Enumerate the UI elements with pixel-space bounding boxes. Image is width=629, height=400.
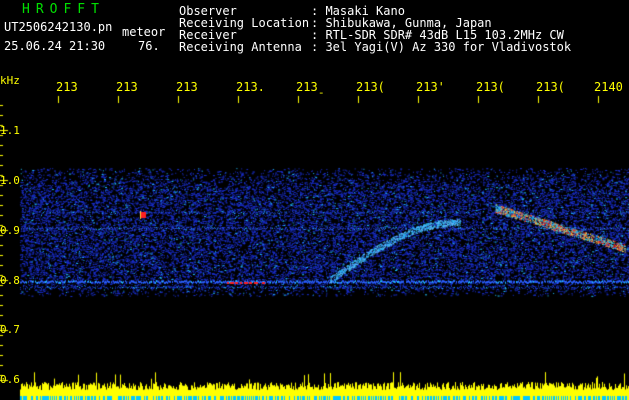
freq-tick-label: 0.9 (0, 224, 20, 237)
time-tick-label: 213( (356, 80, 385, 94)
time-tick-label: 213 (176, 80, 198, 94)
time-tick-label: 213. (236, 80, 265, 94)
time-tick-label: 213 (116, 80, 138, 94)
freq-tick-label: 0.8 (0, 274, 20, 287)
date-time: 25.06.24 21:30 (4, 39, 106, 53)
time-tick-label: 213( (536, 80, 565, 94)
freq-tick-label: 1.0 (0, 174, 20, 187)
freq-tick-label: 1.1 (0, 124, 20, 137)
field-label-antenna: Receiving Antenna (179, 40, 302, 54)
file-name: UT2506242130.pn (4, 20, 113, 34)
hrofft-window: HROFFT UT2506242130.pn meteor 25.06.24 2… (0, 0, 629, 400)
time-tick-label: 213̠ (296, 80, 318, 94)
time-tick-label: 213' (416, 80, 445, 94)
field-value-antenna: : 3el Yagi(V) Az 330 for Vladivostok (311, 40, 572, 54)
freq-unit-label: kHz (0, 74, 20, 87)
freq-tick-label: 0.7 (0, 323, 20, 336)
freq-tick-label: 0.6 (0, 373, 20, 386)
mode-label: meteor (122, 25, 166, 39)
spectrogram (0, 0, 629, 400)
app-title: HROFFT (22, 2, 105, 17)
time-tick-label: 213( (476, 80, 505, 94)
echo-count: 76. (138, 39, 160, 53)
time-tick-label: 2140 (594, 80, 623, 94)
time-tick-label: 213 (56, 80, 78, 94)
